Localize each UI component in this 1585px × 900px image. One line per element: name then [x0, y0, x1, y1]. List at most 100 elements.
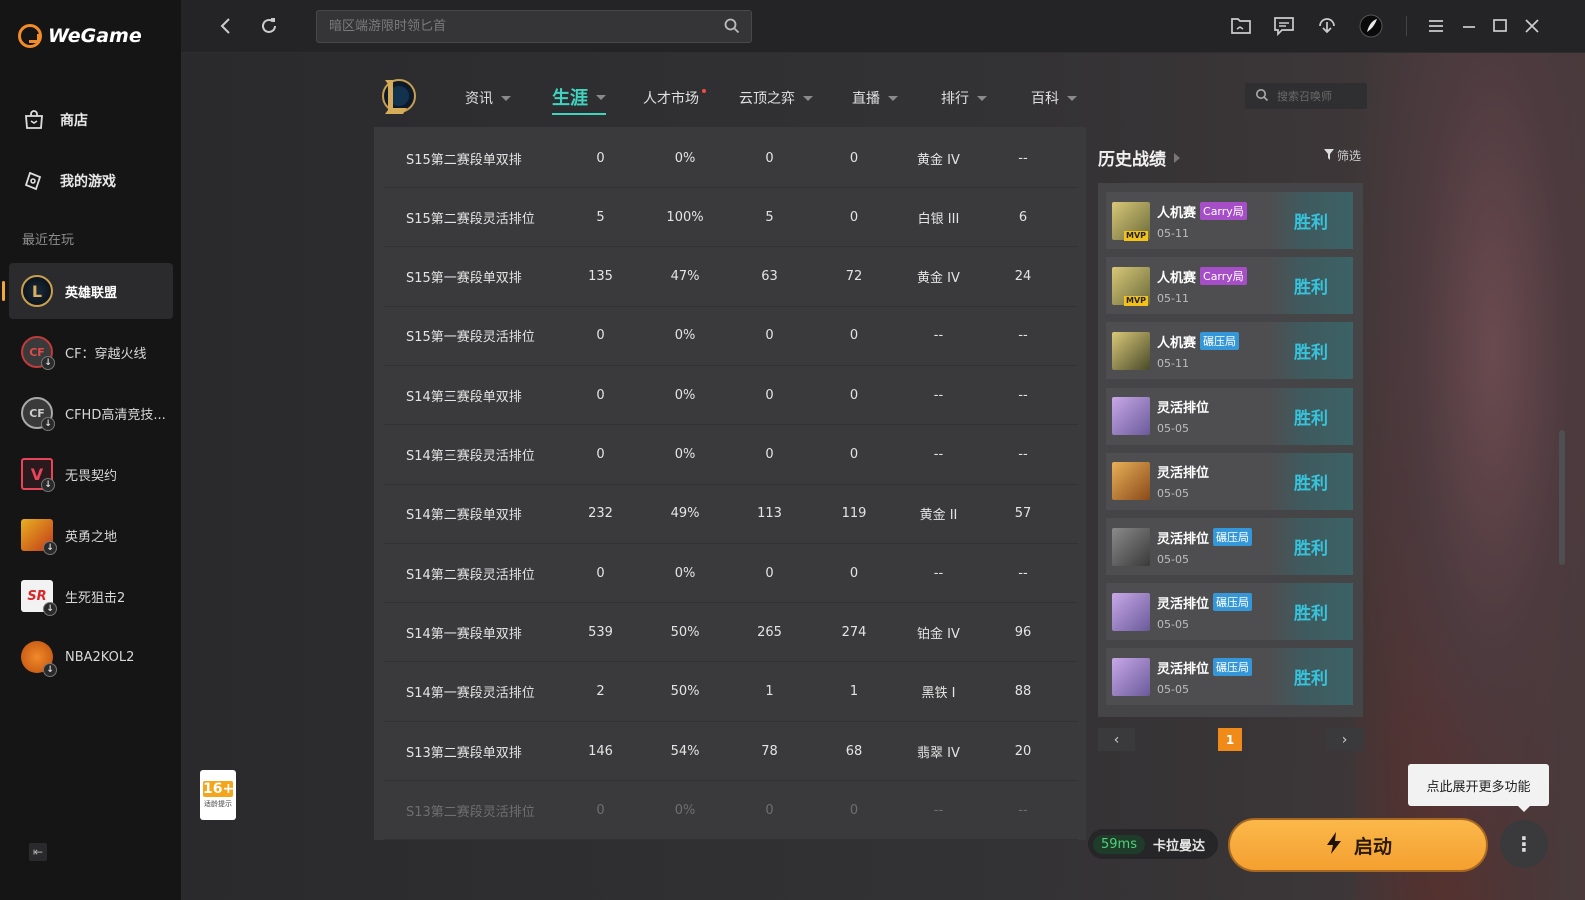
table-cell: 5: [596, 209, 605, 225]
table-cell: S15第二赛段灵活排位: [406, 211, 535, 227]
match-item[interactable]: 灵活排位 05-05 胜利: [1106, 387, 1353, 445]
more-vertical-icon: ⋮: [1514, 832, 1534, 856]
nav-tab-wiki[interactable]: 百科: [1031, 88, 1077, 108]
table-cell: 0%: [674, 328, 696, 344]
table-cell: 100%: [666, 209, 704, 225]
table-cell: S13第二赛段单双排: [406, 745, 522, 761]
prev-page-button[interactable]: ‹: [1098, 728, 1135, 751]
match-result: 胜利: [1269, 257, 1353, 315]
table-cell: S14第三赛段单双排: [406, 389, 522, 405]
table-cell: --: [933, 447, 944, 462]
table-cell: --: [933, 802, 944, 818]
maximize-icon[interactable]: [1488, 14, 1512, 38]
sidebar-game-valorant[interactable]: V ↓ 无畏契约: [9, 446, 173, 502]
match-type-row: 灵活排位: [1157, 397, 1267, 416]
message-icon[interactable]: [1272, 14, 1296, 38]
table-row: S15第一赛段单双排 135 47% 63 72 黄金 IV 24: [384, 248, 1078, 307]
nav-tab-ranking[interactable]: 排行: [941, 88, 987, 108]
table-cell: 50%: [670, 684, 700, 700]
download-manager-icon[interactable]: [1315, 14, 1339, 38]
chevron-down-icon: [501, 95, 511, 101]
sidebar-game-cf[interactable]: CF ↓ CF：穿越火线: [9, 324, 173, 380]
top-bar: [181, 0, 1585, 53]
table-cell: 黄金 IV: [917, 271, 960, 287]
match-item[interactable]: MVP 人机赛 Carry局 05-11 胜利: [1106, 257, 1353, 315]
download-icon: ↓: [43, 602, 57, 616]
page-scrollbar[interactable]: [1559, 430, 1565, 565]
match-info: 灵活排位 碾压局 05-05: [1157, 528, 1267, 566]
table-cell: 68: [845, 743, 863, 759]
table-cell: 1: [849, 684, 859, 700]
more-options-button[interactable]: ⋮: [1500, 820, 1548, 868]
champion-avatar: [1112, 397, 1150, 436]
nav-tab-news[interactable]: 资讯: [465, 88, 511, 108]
yingyong-game-icon: ↓: [21, 519, 57, 555]
close-icon[interactable]: [1520, 14, 1544, 38]
mvp-badge: MVP: [1124, 295, 1149, 306]
table-row: S14第二赛段单双排 232 49% 113 119 黄金 II 57: [384, 485, 1078, 544]
table-cell: 232: [588, 506, 613, 522]
avatar[interactable]: [1359, 14, 1383, 38]
age-rating-badge: 16+ 适龄提示: [200, 770, 236, 820]
match-result: 胜利: [1269, 648, 1353, 706]
match-item[interactable]: 灵活排位 碾压局 05-05 胜利: [1106, 518, 1353, 575]
search-icon[interactable]: [723, 17, 741, 39]
nav-tab-live[interactable]: 直播: [852, 88, 898, 108]
game-label: NBA2KOL2: [65, 649, 135, 665]
folder-icon[interactable]: [1229, 14, 1253, 38]
filter-button[interactable]: 筛选: [1324, 147, 1361, 164]
sidebar-game-cfhd[interactable]: CF ↓ CFHD高清竞技...: [9, 385, 173, 441]
nav-tab-talent-market[interactable]: 人才市场: [643, 88, 711, 108]
match-type-row: 人机赛 Carry局: [1157, 202, 1267, 221]
age-rating-number: 16+: [203, 781, 235, 797]
back-icon[interactable]: [214, 14, 238, 38]
match-item[interactable]: 人机赛 碾压局 05-11 胜利: [1106, 322, 1353, 380]
history-title[interactable]: 历史战绩: [1098, 145, 1180, 170]
more-features-tooltip: 点此展开更多功能: [1408, 764, 1549, 812]
table-cell: 47%: [670, 269, 700, 285]
summoner-search-input[interactable]: [1275, 88, 1365, 104]
minimize-icon[interactable]: [1457, 14, 1481, 38]
sidebar-game-yingyong[interactable]: ↓ 英勇之地: [9, 507, 173, 563]
current-page[interactable]: 1: [1218, 728, 1242, 751]
match-info: 灵活排位 碾压局 05-05: [1157, 593, 1267, 631]
valorant-game-icon: V ↓: [21, 458, 55, 492]
sidebar-item-store[interactable]: 商店: [22, 108, 88, 132]
search-input[interactable]: [317, 11, 697, 42]
sidebar-game-lol[interactable]: L 英雄联盟: [2, 263, 173, 319]
server-selector[interactable]: 59ms 卡拉曼达: [1088, 829, 1218, 859]
gamepad-icon: [22, 169, 46, 193]
summoner-search[interactable]: [1245, 83, 1367, 109]
match-type-row: 灵活排位 碾压局: [1157, 658, 1267, 677]
table-cell: S15第一赛段单双排: [406, 271, 522, 287]
download-icon: ↓: [41, 356, 55, 370]
lol-logo-icon[interactable]: [380, 76, 416, 116]
nav-tab-tft[interactable]: 云顶之弈: [739, 88, 813, 108]
table-cell: 0%: [674, 387, 696, 403]
table-cell: 0%: [674, 447, 696, 462]
sidebar-game-shengsi[interactable]: SR ↓ 生死狙击2: [9, 568, 173, 624]
next-page-button[interactable]: ›: [1326, 728, 1363, 751]
wegame-logo[interactable]: WeGame: [18, 24, 142, 48]
table-cell: 6: [1018, 209, 1028, 225]
ping-value: 59ms: [1093, 834, 1145, 854]
match-item[interactable]: 灵活排位 碾压局 05-05 胜利: [1106, 648, 1353, 706]
table-cell: S14第三赛段灵活排位: [406, 449, 535, 464]
match-item[interactable]: MVP 人机赛 Carry局 05-11 胜利: [1106, 192, 1353, 249]
collapse-sidebar-icon[interactable]: ⇤: [29, 843, 47, 861]
menu-icon[interactable]: [1424, 14, 1448, 38]
table-cell: 铂金 IV: [917, 626, 960, 642]
sidebar-game-nba2kol2[interactable]: ↓ NBA2KOL2: [9, 629, 173, 685]
game-label: CF：穿越火线: [65, 346, 147, 362]
topbar-divider: [1406, 16, 1407, 36]
match-item[interactable]: 灵活排位 碾压局 05-05 胜利: [1106, 583, 1353, 641]
match-item[interactable]: 灵活排位 05-05 胜利: [1106, 452, 1353, 510]
refresh-icon[interactable]: [257, 14, 281, 38]
table-row: S13第二赛段单双排 146 54% 78 68 翡翠 IV 20: [384, 722, 1078, 781]
sidebar-item-my-games[interactable]: 我的游戏: [22, 169, 116, 193]
launch-button[interactable]: 启动: [1228, 818, 1488, 872]
cfhd-game-icon: CF ↓: [21, 397, 55, 431]
nav-tab-career[interactable]: 生涯: [552, 84, 606, 115]
table-cell: 88: [1014, 684, 1032, 700]
global-search[interactable]: [316, 10, 752, 43]
